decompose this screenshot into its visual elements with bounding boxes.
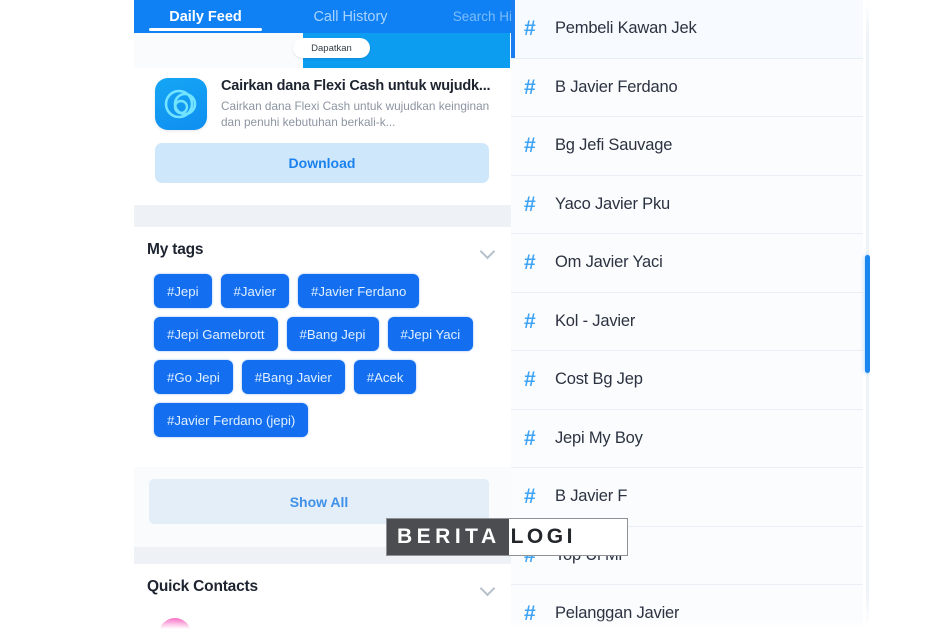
hash-icon: #	[524, 17, 536, 41]
tab-daily-feed[interactable]: Daily Feed	[133, 8, 278, 31]
tag-chip-label: #Jepi Yaci	[400, 326, 461, 342]
list-item-label: Yaco Javier Pku	[555, 194, 670, 213]
promo-content-row: Cairkan dana Flexi Cash untuk wujudk... …	[155, 78, 493, 130]
watermark-logi-text: LOGI	[510, 525, 576, 548]
hash-icon: #	[524, 134, 536, 158]
hash-icon: #	[524, 75, 536, 99]
tag-chip-label: #Bang Jepi	[299, 326, 366, 342]
dapatkan-label: Dapatkan	[311, 42, 352, 54]
list-item-label: B Javier F	[555, 487, 628, 506]
hash-icon: #	[524, 309, 536, 333]
hash-icon: #	[524, 426, 536, 450]
tag-chip-label: #Bang Javier	[254, 369, 332, 385]
quick-contacts-header[interactable]: Quick Contacts	[147, 576, 497, 598]
left-white-margin	[0, 0, 134, 629]
tag-chip[interactable]: #Javier	[220, 274, 290, 308]
my-tags-section: My tags #Jepi #Javier #Javier Ferdano #J…	[133, 227, 511, 524]
tag-chip[interactable]: #Acek	[353, 360, 417, 394]
tag-chip[interactable]: #Javier Ferdano (jepi)	[154, 403, 309, 437]
screenshot-root: Daily Feed Call History Search History D…	[0, 0, 951, 629]
watermark-light-part: LOGI	[509, 519, 627, 555]
tag-chip-label: #Jepi	[167, 283, 199, 299]
hash-icon: #	[524, 602, 536, 626]
download-label: Download	[288, 155, 356, 171]
watermark-berita-text: BERITA	[397, 525, 501, 548]
section-separator-1	[133, 205, 511, 227]
tag-chip-label: #Javier Ferdano	[311, 283, 407, 299]
list-item[interactable]: # Pelanggan Javier	[511, 585, 863, 629]
promo-text-block: Cairkan dana Flexi Cash untuk wujudk... …	[221, 78, 493, 130]
list-item-label: Kol - Javier	[555, 311, 636, 330]
tag-chip-label: #Javier Ferdano (jepi)	[167, 412, 296, 428]
list-item[interactable]: # Yaco Javier Pku	[511, 175, 863, 234]
right-white-margin	[870, 0, 951, 629]
tag-chip[interactable]: #Jepi Yaci	[387, 317, 474, 351]
promo-ad-card[interactable]: Cairkan dana Flexi Cash untuk wujudk... …	[133, 68, 511, 205]
show-all-label: Show All	[289, 493, 349, 510]
chevron-down-icon[interactable]	[479, 578, 497, 596]
watermark-dark-part: BERITA	[387, 519, 509, 555]
tag-chip-label: #Acek	[366, 369, 404, 385]
list-item-label: Jepi My Boy	[555, 428, 643, 447]
download-button[interactable]: Download	[155, 143, 489, 183]
tag-chip[interactable]: #Bang Jepi	[286, 317, 379, 351]
list-item-label: B Javier Ferdano	[555, 77, 678, 96]
quick-contacts-title: Quick Contacts	[147, 578, 258, 595]
hash-icon: #	[524, 192, 536, 216]
promo-description: Cairkan dana Flexi Cash untuk wujudkan k…	[221, 99, 490, 129]
selected-indicator-bar	[511, 0, 515, 58]
list-item-label: Bg Jefi Sauvage	[555, 136, 673, 155]
tab-call-history[interactable]: Call History	[278, 9, 423, 25]
tag-chip-label: #Jepi Gamebrott	[167, 326, 265, 342]
tag-chip-label: #Go Jepi	[167, 369, 220, 385]
tag-chip[interactable]: #Go Jepi	[154, 360, 233, 394]
flexi-cash-app-icon	[155, 78, 207, 130]
promo-title: Cairkan dana Flexi Cash untuk wujudk...	[221, 78, 491, 94]
chevron-down-icon[interactable]	[479, 241, 497, 259]
list-item[interactable]: # Om Javier Yaci	[511, 234, 863, 293]
list-item-label: Om Javier Yaci	[555, 253, 663, 272]
list-item[interactable]: # Pembeli Kawan Jek	[511, 0, 863, 59]
hash-icon: #	[524, 485, 536, 509]
watermark-beritalogi: BERITA LOGI	[386, 518, 628, 556]
tab-daily-feed-label: Daily Feed	[169, 8, 242, 25]
list-item[interactable]: # Jepi My Boy	[511, 409, 863, 468]
dapatkan-button[interactable]: Dapatkan	[293, 38, 370, 58]
hash-icon: #	[524, 251, 536, 275]
tag-chip[interactable]: #Jepi	[154, 274, 212, 308]
tag-chip-label: #Javier	[233, 283, 277, 299]
tab-call-history-label: Call History	[313, 8, 388, 25]
tab-search-history-label: Search History	[452, 9, 511, 24]
quick-contacts-section: Quick Contacts	[133, 564, 511, 629]
hash-icon: #	[524, 368, 536, 392]
active-tab-underline	[149, 27, 262, 31]
list-item-label: Cost Bg Jep	[555, 370, 643, 389]
tag-chip[interactable]: #Javier Ferdano	[298, 274, 420, 308]
list-item[interactable]: # Cost Bg Jep	[511, 351, 863, 410]
tag-chip-list: #Jepi #Javier #Javier Ferdano #Jepi Game…	[154, 274, 494, 437]
tag-chip[interactable]: #Bang Javier	[241, 360, 345, 394]
list-item[interactable]: # Bg Jefi Sauvage	[511, 117, 863, 176]
tab-bar: Daily Feed Call History Search History	[133, 0, 511, 33]
list-item-label: Pembeli Kawan Jek	[555, 19, 697, 38]
list-item-label: Pelanggan Javier	[555, 604, 680, 623]
list-item[interactable]: # B Javier Ferdano	[511, 58, 863, 117]
contact-avatar[interactable]	[159, 618, 191, 629]
tag-chip[interactable]: #Jepi Gamebrott	[154, 317, 278, 351]
my-tags-title: My tags	[147, 241, 204, 258]
list-item[interactable]: # Kol - Javier	[511, 292, 863, 351]
tab-search-history[interactable]: Search History	[423, 9, 511, 24]
my-tags-header[interactable]: My tags	[147, 239, 497, 261]
